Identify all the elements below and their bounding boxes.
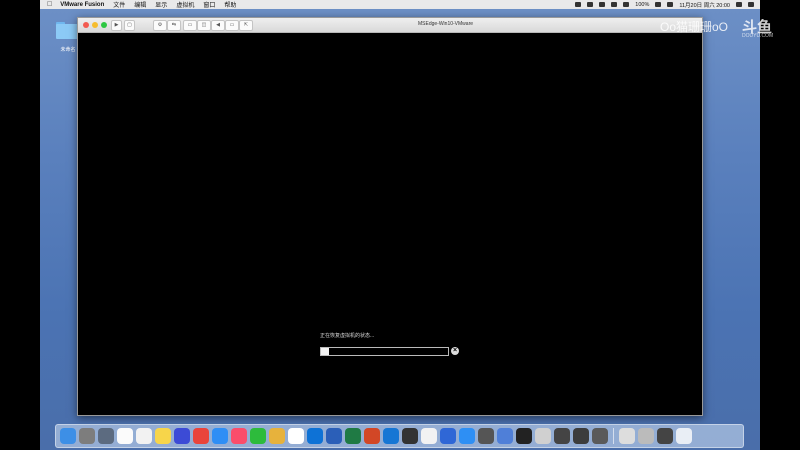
status-cloud-icon[interactable]: [599, 2, 606, 7]
arrows-icon[interactable]: ⇆: [167, 20, 181, 31]
watermark-username: Oo猫珊珊oO: [660, 20, 729, 34]
notes-list-icon[interactable]: [136, 428, 152, 444]
fullscreen-window-button[interactable]: [101, 22, 107, 28]
battery-icon[interactable]: [655, 2, 662, 7]
book-icon[interactable]: [478, 428, 494, 444]
spotlight-icon[interactable]: [736, 2, 742, 7]
google-chrome-icon[interactable]: [421, 428, 437, 444]
downloads-folder-icon[interactable]: [638, 428, 654, 444]
play-icon[interactable]: ▶: [111, 20, 122, 31]
close-window-button[interactable]: [83, 22, 89, 28]
desktop-folder-icon[interactable]: [56, 22, 78, 39]
speaker-icon[interactable]: ◀: [211, 20, 225, 31]
menu-help[interactable]: 帮助: [224, 0, 236, 9]
camera-icon[interactable]: ◫: [197, 20, 211, 31]
terminal-icon[interactable]: [516, 428, 532, 444]
menu-app-name[interactable]: VMware Fusion: [60, 2, 104, 8]
dock-separator: [613, 428, 614, 444]
music-icon[interactable]: [231, 428, 247, 444]
status-area: 100% 11月20日 周六 20:00: [575, 0, 754, 9]
safari-icon[interactable]: [459, 428, 475, 444]
documents-folder-icon[interactable]: [619, 428, 635, 444]
right-black-bar: [760, 0, 800, 450]
restore-status-text: 正在恢复虚拟机的状态...: [320, 333, 375, 339]
battery-percent[interactable]: 100%: [635, 2, 649, 8]
cancel-restore-button[interactable]: ×: [451, 347, 459, 355]
vm-title-bar[interactable]: ▶ ▢ ⚙ ⇆ ▭ ◫ ◀ ▭ ⇱ MSEdge-Win10-VMware: [78, 18, 702, 33]
bluetooth-icon[interactable]: [611, 2, 618, 7]
menu-window[interactable]: 窗口: [203, 0, 215, 9]
system-prefs-icon[interactable]: [79, 428, 95, 444]
word-icon[interactable]: [326, 428, 342, 444]
share-icon[interactable]: ⇱: [239, 20, 253, 31]
sogou-icon[interactable]: [288, 428, 304, 444]
text-icon[interactable]: [497, 428, 513, 444]
chrome-icon[interactable]: [193, 428, 209, 444]
wrench-icon[interactable]: ⚙: [153, 20, 167, 31]
siri-icon[interactable]: [174, 428, 190, 444]
dock: [55, 424, 744, 448]
menu-view[interactable]: 显示: [155, 0, 167, 9]
display-icon[interactable]: ▭: [225, 20, 239, 31]
vlc-icon[interactable]: [554, 428, 570, 444]
left-black-bar: [0, 0, 40, 450]
menu-bar:  VMware Fusion 文件 编辑 显示 虚拟机 窗口 帮助 100% …: [40, 0, 760, 9]
finder-icon[interactable]: [60, 428, 76, 444]
menu-vm[interactable]: 虚拟机: [176, 0, 194, 9]
status-sync-icon[interactable]: [587, 2, 594, 7]
calendar-icon[interactable]: [117, 428, 133, 444]
menu-edit[interactable]: 编辑: [134, 0, 146, 9]
wifi-icon[interactable]: [623, 2, 630, 7]
vm-window: ▶ ▢ ⚙ ⇆ ▭ ◫ ◀ ▭ ⇱ MSEdge-Win10-VMware 正在…: [77, 17, 703, 416]
vm-window-title: MSEdge-Win10-VMware: [418, 21, 474, 27]
excel-icon[interactable]: [345, 428, 361, 444]
layout-icon[interactable]: ▢: [124, 20, 135, 31]
wechat-icon[interactable]: [250, 428, 266, 444]
powerpoint-icon[interactable]: [364, 428, 380, 444]
teamviewer-icon[interactable]: [307, 428, 323, 444]
recent-folder-icon[interactable]: [657, 428, 673, 444]
photo-icon[interactable]: [592, 428, 608, 444]
outlook-icon[interactable]: [383, 428, 399, 444]
utility-icon[interactable]: [535, 428, 551, 444]
trash-icon[interactable]: [676, 428, 692, 444]
status-app-icon[interactable]: [575, 2, 582, 7]
mac-desktop:  VMware Fusion 文件 编辑 显示 虚拟机 窗口 帮助 100% …: [40, 0, 760, 450]
notes-icon[interactable]: [155, 428, 171, 444]
film-icon[interactable]: [573, 428, 589, 444]
app-store-icon[interactable]: [212, 428, 228, 444]
restore-progress-fill: [321, 348, 329, 355]
input-method-icon[interactable]: [667, 2, 674, 7]
clock[interactable]: 11月20日 周六 20:00: [679, 1, 730, 9]
launchpad-icon[interactable]: [98, 428, 114, 444]
menu-file[interactable]: 文件: [113, 0, 125, 9]
minimize-window-button[interactable]: [92, 22, 98, 28]
browser-icon[interactable]: [440, 428, 456, 444]
watermark-domain: DOUYU.COM: [742, 33, 774, 39]
restore-progress-bar: [320, 347, 449, 356]
note-app-icon[interactable]: [269, 428, 285, 444]
apple-icon[interactable]: : [47, 1, 52, 8]
vmware-icon[interactable]: [402, 428, 418, 444]
printer-icon[interactable]: ▭: [183, 20, 197, 31]
control-center-icon[interactable]: [748, 2, 754, 7]
